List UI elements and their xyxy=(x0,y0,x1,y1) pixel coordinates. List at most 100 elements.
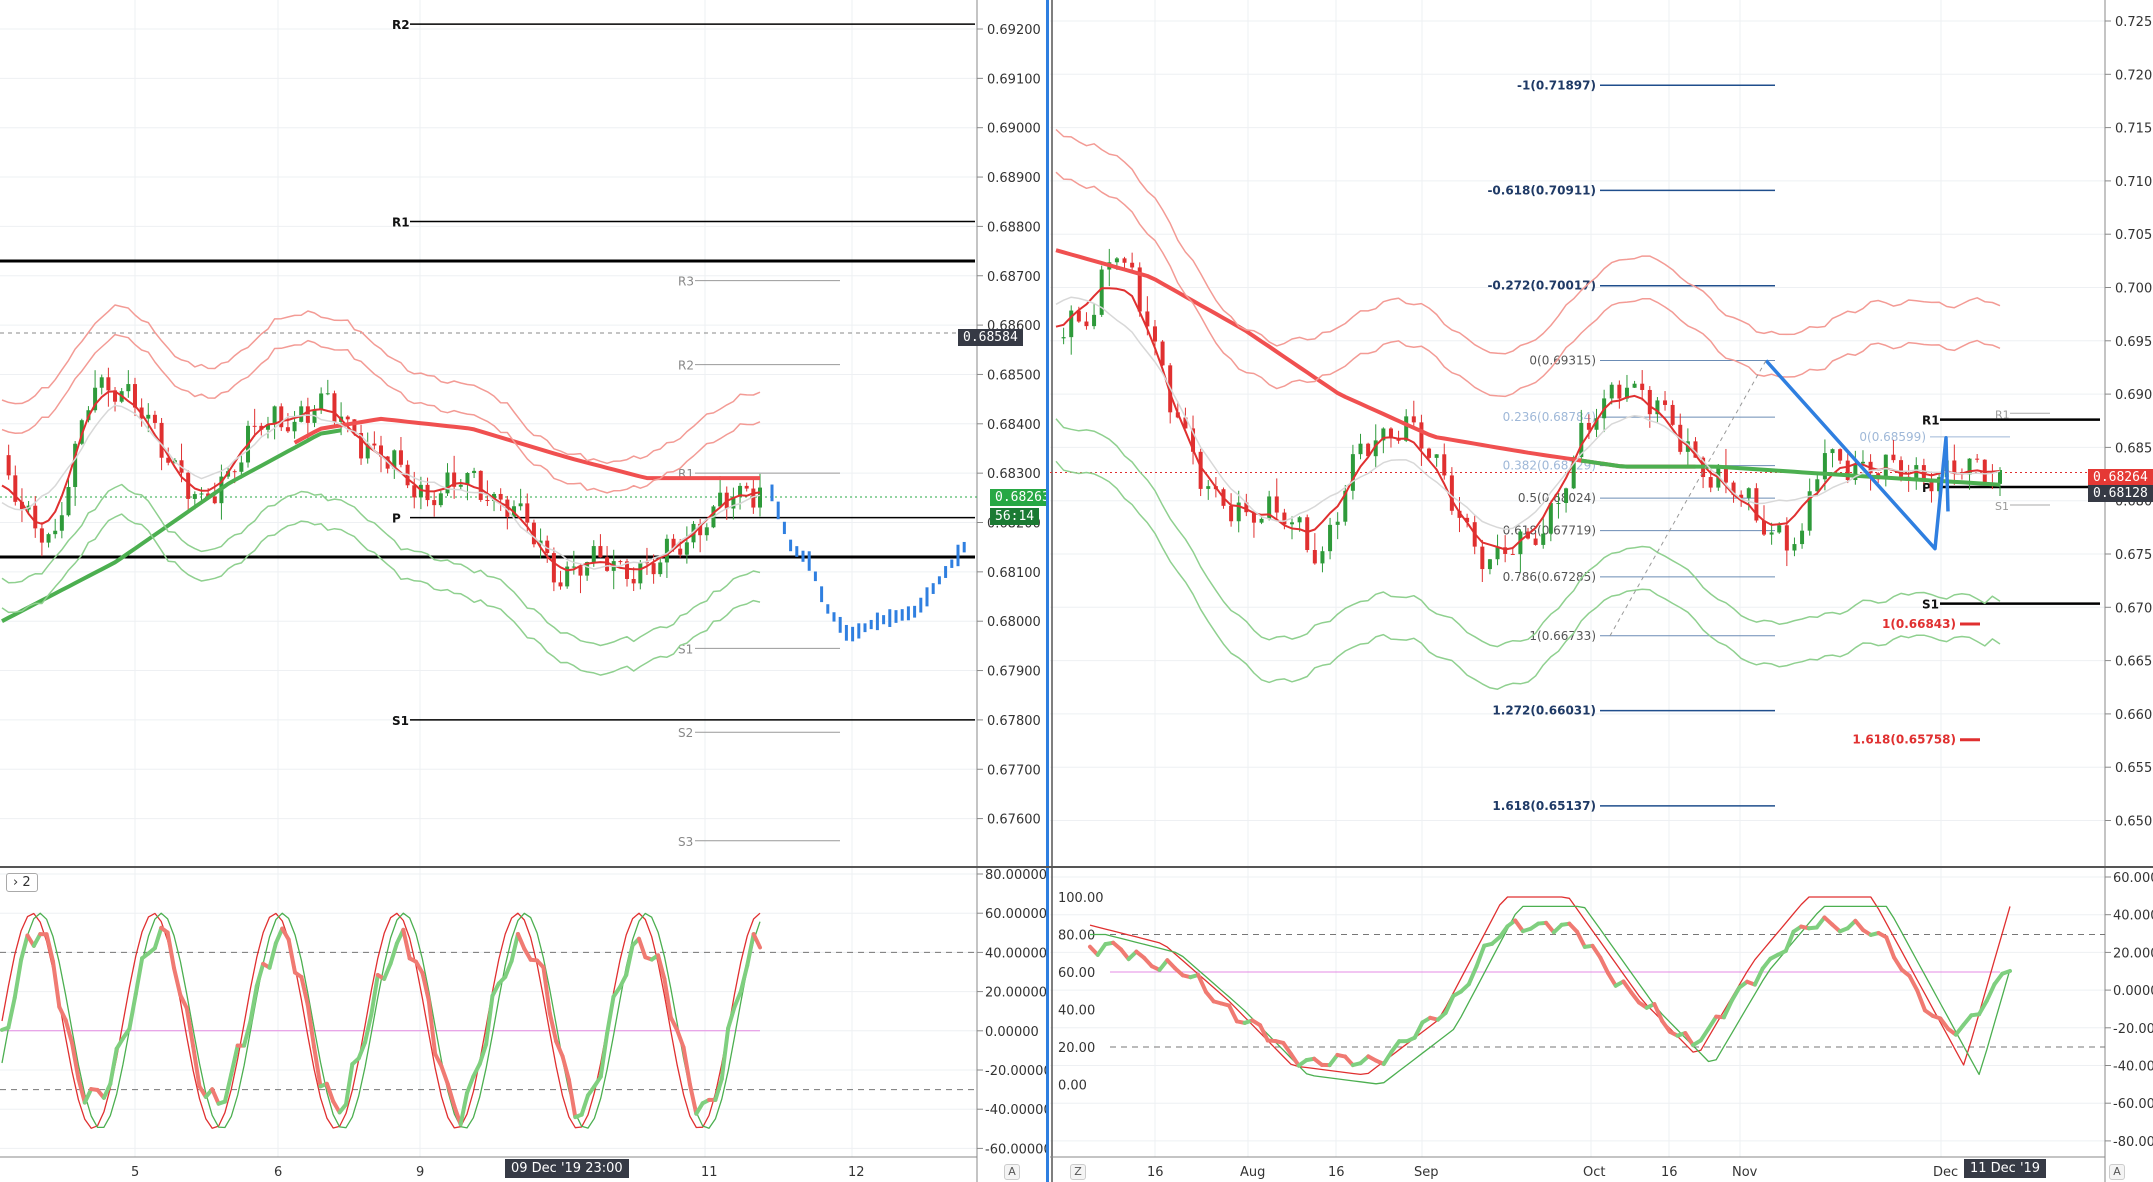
price-axis-label: 0.68400 xyxy=(987,418,1041,433)
osc-signal-segment xyxy=(745,932,756,968)
right-candle-body xyxy=(1548,503,1553,534)
right-candle-body xyxy=(1891,454,1896,461)
right-price-axis-label: 0.66000 xyxy=(2115,708,2153,723)
candle-body xyxy=(146,414,151,419)
osc-signal-segment xyxy=(108,1046,119,1086)
price-axis-label: 0.68700 xyxy=(987,270,1041,285)
right-candle-body xyxy=(1586,422,1591,430)
right-candle-body xyxy=(1411,416,1416,423)
auto-scale-button[interactable]: A xyxy=(1004,1164,1020,1180)
candle-body xyxy=(39,528,44,543)
left-oscillator-plot[interactable]: 80.00000 60.00000 40.00000 20.00000 0.00000 -… xyxy=(0,867,1048,1182)
candle-body xyxy=(591,546,596,562)
collapse-indicators-button[interactable]: › 2 xyxy=(6,873,38,892)
right-price-plot[interactable]: 0.72500 0.72000 0.71500 0.71000 0.70500 0.700… xyxy=(1050,0,2153,867)
price-axis-label: 0.69000 xyxy=(987,122,1041,137)
candle-body xyxy=(525,503,530,523)
osc-signal-segment xyxy=(579,1093,591,1117)
candle-body xyxy=(192,494,197,499)
osc-signal-segment xyxy=(191,1044,202,1089)
osc-axis-label: -40.00000 xyxy=(985,1103,1048,1118)
price-axis-label: 0.68900 xyxy=(987,171,1041,186)
zigzag-pattern xyxy=(1764,359,1950,551)
osc-signal-segment xyxy=(605,994,616,1036)
right-time-axis-label: Nov xyxy=(1732,1165,1758,1180)
layout-split-divider[interactable] xyxy=(1046,0,1049,1182)
candle-body xyxy=(186,472,191,499)
right-price-axis-label: 0.70000 xyxy=(2115,282,2153,297)
candle-body xyxy=(345,416,350,420)
right-auto-scale-button[interactable]: A xyxy=(2109,1164,2125,1180)
pivot-label-minor: R3 xyxy=(678,275,694,289)
left-price-chart[interactable]: 0.69200 0.69100 0.69000 0.68900 0.68800 0.687… xyxy=(0,0,1048,867)
right-candle-body xyxy=(1419,422,1424,449)
right-candle-body xyxy=(1632,383,1637,388)
right-candle-body xyxy=(1130,262,1135,268)
right-candle-body xyxy=(1617,384,1622,399)
left-oscillator-panel[interactable]: 80.00000 60.00000 40.00000 20.00000 0.00000 -… xyxy=(0,867,1048,1182)
candle-body xyxy=(272,406,277,425)
candle-body xyxy=(664,538,669,563)
right-candle-body xyxy=(1122,258,1127,263)
secondary-fib-label: 0(0.68599) xyxy=(1859,430,1926,444)
right-time-axis-label: Dec xyxy=(1933,1165,1958,1180)
candle-body xyxy=(425,484,430,501)
right-candle-body xyxy=(1084,321,1089,327)
time-axis-label: 9 xyxy=(416,1165,424,1180)
fib-level-label: 1.272(0.66031) xyxy=(1492,704,1596,718)
right-osc-axis-label: -20.00000 xyxy=(2113,1022,2153,1037)
candle-body xyxy=(758,487,762,508)
price-axis-label: 0.68800 xyxy=(987,220,1041,235)
candle-body xyxy=(704,527,709,536)
right-price-axis-label: 0.67000 xyxy=(2115,601,2153,616)
right-oscillator-plot[interactable]: 100.00 80.00 60.00 40.00 20.00 0.00 60.00000 40… xyxy=(1050,867,2153,1182)
right-osc-signal-segment xyxy=(1590,943,1603,960)
right-price-chart[interactable]: 0.72500 0.72000 0.71500 0.71000 0.70500 0.700… xyxy=(1050,0,2153,867)
candle-body xyxy=(232,471,237,473)
right-candle-body xyxy=(1358,443,1363,455)
candle-body xyxy=(212,496,217,504)
right-candle-body xyxy=(1640,383,1645,390)
osc-signal-segment xyxy=(675,1028,686,1050)
candle-body xyxy=(651,563,656,575)
osc-signal-segment xyxy=(636,936,648,960)
right-candle-body xyxy=(1609,384,1614,399)
candle-body xyxy=(59,515,64,531)
osc-signal-segment xyxy=(286,937,298,975)
candle-body xyxy=(631,578,636,584)
osc-signal-segment xyxy=(50,959,62,1009)
indicator-count: 2 xyxy=(22,875,31,890)
osc-signal-segment xyxy=(471,1061,482,1079)
last-price-tag: 0.68263 xyxy=(990,489,1048,506)
osc-signal-segment xyxy=(382,961,393,981)
right-oscillator-panel[interactable]: 100.00 80.00 60.00 40.00 20.00 0.00 60.00000 40… xyxy=(1050,867,2153,1182)
right-osc-signal-segment xyxy=(1915,988,1927,1013)
right-candle-body xyxy=(1792,544,1797,551)
osc-left-axis-label: 100.00 xyxy=(1058,891,1104,906)
osc-signal-segment xyxy=(681,1045,692,1087)
right-osc-signal-segment xyxy=(2000,968,2012,976)
candle-body xyxy=(558,582,563,587)
left-price-plot[interactable]: 0.69200 0.69100 0.69000 0.68900 0.68800 0.687… xyxy=(0,0,1048,867)
pane-separator[interactable] xyxy=(0,866,2153,868)
candle-body xyxy=(33,505,38,529)
osc-axis-label: 20.00000 xyxy=(985,986,1047,1001)
osc-signal-segment xyxy=(171,966,183,998)
osc-axis-label: 0.00000 xyxy=(985,1025,1039,1040)
candle-body xyxy=(412,485,417,498)
right-candle-body xyxy=(1487,559,1492,570)
right-price-axis-label: 0.66500 xyxy=(2115,655,2153,670)
candle-body xyxy=(239,462,244,472)
pivot-label-s1: S1 xyxy=(392,714,409,728)
zoom-button[interactable]: Z xyxy=(1070,1164,1086,1180)
right-price-axis-label: 0.71000 xyxy=(2115,175,2153,190)
right-candle-body xyxy=(1152,326,1157,342)
time-axis-label: 5 xyxy=(131,1165,139,1180)
pivot-label-r1: R1 xyxy=(392,215,410,229)
crosshair-price-tag: 0.68584 xyxy=(958,329,1023,346)
right-upper-band-outer xyxy=(1055,128,2001,355)
right-price-axis-label: 0.65000 xyxy=(2115,815,2153,830)
right-candle-body xyxy=(1427,448,1432,458)
osc-axis-label: 40.00000 xyxy=(985,946,1047,961)
candle-body xyxy=(325,393,330,395)
